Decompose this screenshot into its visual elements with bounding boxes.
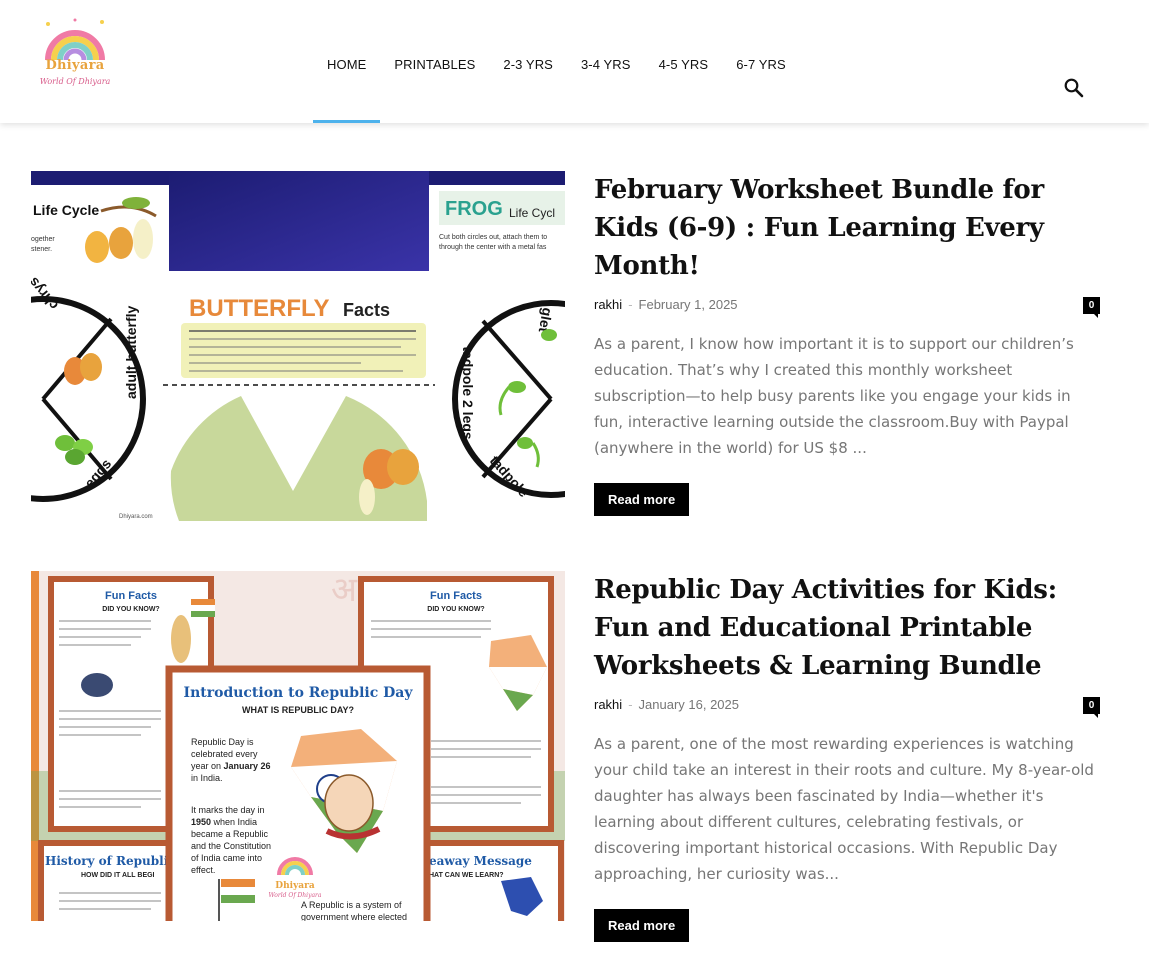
nav-item-home[interactable]: HOME	[313, 0, 381, 123]
site-logo[interactable]: Dhiyara World Of Dhiyara	[38, 14, 112, 96]
image-facts-title-2: Facts	[343, 300, 390, 320]
image-left-title: Life Cycle	[33, 202, 99, 218]
rainbow-logo-icon	[45, 18, 105, 61]
nav-item-3-4-yrs[interactable]: 3-4 YRS	[567, 0, 645, 123]
nav-item-2-3-yrs[interactable]: 2-3 YRS	[489, 0, 567, 123]
main-nav: HOME PRINTABLES 2-3 YRS 3-4 YRS 4-5 YRS …	[313, 0, 800, 123]
image-logo-name: Dhiyara	[275, 881, 315, 891]
image-card-left-title: Fun Facts	[105, 590, 157, 602]
post-excerpt: As a parent, one of the most rewarding e…	[594, 735, 1094, 883]
read-more-button[interactable]: Read more	[594, 483, 690, 516]
image-facts-title: BUTTERFLY	[189, 295, 329, 322]
svg-text:became a Republic: became a Republic	[191, 829, 269, 839]
image-logo-tagline: World Of Dhiyara	[269, 892, 322, 899]
logo-name: Dhiyara	[45, 58, 105, 73]
post-author[interactable]: rakhi	[594, 697, 622, 712]
svg-text:celebrated every: celebrated every	[191, 749, 258, 759]
comment-count-badge[interactable]: 0	[1083, 297, 1100, 318]
post-title[interactable]: Republic Day Activities for Kids: Fun an…	[594, 571, 1100, 685]
post-title[interactable]: February Worksheet Bundle for Kids (6-9)…	[594, 171, 1100, 285]
svg-text:government where elected: government where elected	[301, 912, 407, 921]
svg-text:It marks the day in: It marks the day in	[191, 805, 265, 815]
site-header: Dhiyara World Of Dhiyara HOME PRINTABLES…	[0, 0, 1149, 123]
svg-text:1950 when India: 1950 when India	[191, 817, 257, 827]
post-meta: rakhi - February 1, 2025 0	[594, 297, 1100, 318]
image-frog-title: FROG	[445, 198, 503, 220]
svg-text:A Republic is a system of: A Republic is a system of	[301, 900, 402, 910]
svg-text:Cut both circles out, attach t: Cut both circles out, attach them to	[439, 234, 547, 241]
meta-separator: -	[628, 297, 633, 312]
svg-text:effect.: effect.	[191, 865, 215, 875]
svg-text:of India came into: of India came into	[191, 853, 262, 863]
post-excerpt: As a parent, I know how important it is …	[594, 335, 1074, 457]
post-body: Republic Day Activities for Kids: Fun an…	[594, 571, 1100, 942]
butterfly-worksheet-image: Life Cycle ogether stener. FROG Life Cyc…	[31, 171, 565, 521]
nav-item-4-5-yrs[interactable]: 4-5 YRS	[645, 0, 723, 123]
post-body: February Worksheet Bundle for Kids (6-9)…	[594, 171, 1100, 516]
image-center-title: Introduction to Republic Day	[184, 685, 414, 701]
svg-text:and the Constitution: and the Constitution	[191, 841, 271, 851]
svg-text:stener.: stener.	[31, 246, 52, 253]
svg-text:Republic Day is: Republic Day is	[191, 737, 254, 747]
image-bottom-left-title: History of Republi	[45, 854, 169, 868]
post-thumbnail[interactable]: ব अ க ਕ ল Fun Facts DID YOU KNOW?	[31, 571, 565, 921]
image-card-left-sub: DID YOU KNOW?	[102, 606, 159, 613]
comment-count-badge[interactable]: 0	[1083, 697, 1100, 718]
post-date: February 1, 2025	[638, 297, 738, 312]
svg-text:through the center with a meta: through the center with a metal fas	[439, 244, 547, 251]
image-wheel-left-1: adult butterfly	[123, 305, 139, 399]
image-card-right-title: Fun Facts	[430, 590, 482, 602]
read-more-button[interactable]: Read more	[594, 909, 690, 942]
image-footer: Dhiyara.com	[119, 514, 153, 520]
image-card-right-sub: DID YOU KNOW?	[427, 606, 484, 613]
image-frog-sub: Life Cycl	[509, 206, 555, 220]
nav-item-printables[interactable]: PRINTABLES	[380, 0, 489, 123]
svg-text:year on January 26: year on January 26	[191, 761, 271, 771]
search-icon	[1064, 78, 1084, 98]
image-center-sub: WHAT IS REPUBLIC DAY?	[242, 705, 354, 715]
svg-text:अ: अ	[331, 571, 358, 610]
svg-text:in India.: in India.	[191, 773, 223, 783]
search-button[interactable]	[1063, 77, 1085, 99]
image-left-sub: ogether	[31, 236, 55, 243]
logo-tagline: World Of Dhiyara	[39, 77, 111, 86]
image-bottom-right-sub: HAT CAN WE LEARN?	[429, 872, 504, 879]
post-author[interactable]: rakhi	[594, 297, 622, 312]
post-thumbnail[interactable]: Life Cycle ogether stener. FROG Life Cyc…	[31, 171, 565, 521]
image-bottom-left-sub: HOW DID IT ALL BEGI	[81, 872, 155, 879]
image-bottom-right-title: eaway Message	[429, 854, 532, 868]
image-wheel-right-1: tadpole 2 legs	[460, 346, 476, 440]
post-date: January 16, 2025	[638, 697, 739, 712]
nav-item-6-7-yrs[interactable]: 6-7 YRS	[722, 0, 800, 123]
republic-day-worksheet-image: ব अ க ਕ ল Fun Facts DID YOU KNOW?	[31, 571, 565, 921]
post-meta: rakhi - January 16, 2025 0	[594, 697, 1100, 718]
meta-separator: -	[628, 697, 633, 712]
